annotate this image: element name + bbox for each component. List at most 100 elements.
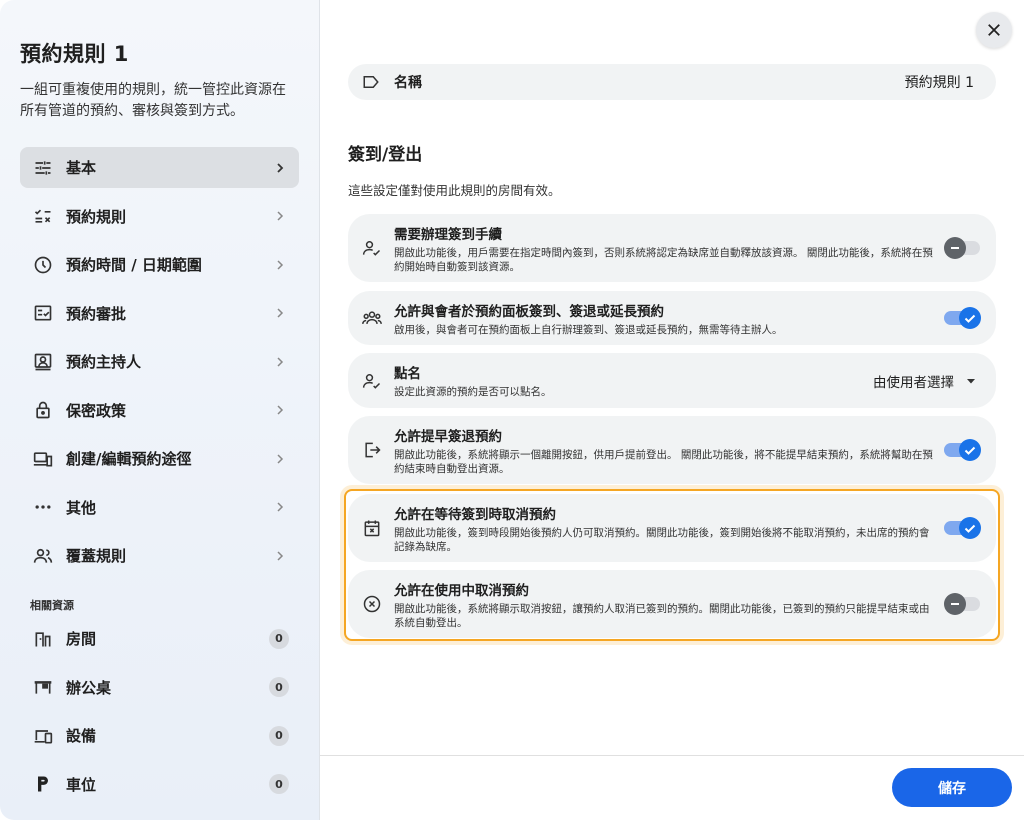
related-item-equipment[interactable]: 設備 0 bbox=[20, 715, 299, 756]
sidebar-item-booking-rules[interactable]: 預約規則 bbox=[20, 196, 299, 237]
sidebar-item-label: 預約審批 bbox=[66, 304, 127, 323]
checklist-icon bbox=[32, 205, 54, 227]
section-subtitle: 這些設定僅對使用此規則的房間有效。 bbox=[348, 183, 561, 198]
sidebar: 預約規則 1 一組可重複使用的規則，統一管控此資源在所有管道的預約、審核與簽到方… bbox=[0, 0, 320, 820]
related-item-rooms[interactable]: 房間 0 bbox=[20, 618, 299, 659]
setting-description: 開啟此功能後，簽到時段開始後預約人仍可取消預約。關閉此功能後，簽到開始後將不能取… bbox=[394, 526, 930, 553]
count-badge: 0 bbox=[269, 725, 289, 746]
person-check-icon bbox=[362, 371, 382, 391]
related-item-label: 房間 bbox=[66, 630, 97, 648]
cancel-awaiting-check-in-toggle[interactable] bbox=[944, 517, 981, 539]
close-icon bbox=[988, 24, 1000, 36]
toggle-off-icon bbox=[944, 593, 966, 615]
setting-title: 允許提早簽退預約 bbox=[394, 428, 502, 445]
setting-description: 開啟此功能後，系統將顯示一個離開按鈕，供用戶提前登出。 關閉此功能後，將不能提早… bbox=[394, 448, 933, 475]
setting-title: 允許在等待簽到時取消預約 bbox=[394, 506, 556, 523]
desk-icon bbox=[32, 676, 54, 698]
chevron-right-icon bbox=[273, 452, 287, 466]
panel-check-in-toggle[interactable] bbox=[944, 307, 981, 329]
sidebar-item-label: 保密政策 bbox=[66, 401, 127, 420]
sidebar-item-privacy[interactable]: 保密政策 bbox=[20, 390, 299, 431]
early-check-out-toggle[interactable] bbox=[944, 439, 981, 461]
sliders-icon bbox=[32, 157, 54, 179]
require-check-in-toggle[interactable] bbox=[944, 237, 980, 259]
room-icon bbox=[32, 628, 54, 650]
sidebar-item-label: 預約主持人 bbox=[66, 353, 142, 371]
approval-icon bbox=[32, 302, 54, 324]
sidebar-item-override-rules[interactable]: 覆蓋規則 bbox=[20, 535, 299, 576]
check-icon bbox=[959, 307, 981, 329]
setting-early-check-out: 允許提早簽退預約 開啟此功能後，系統將顯示一個離開按鈕，供用戶提前登出。 關閉此… bbox=[348, 416, 996, 484]
chevron-right-icon bbox=[273, 355, 287, 369]
rule-editor-window: 預約規則 1 一組可重複使用的規則，統一管控此資源在所有管道的預約、審核與簽到方… bbox=[0, 0, 1024, 820]
logout-icon bbox=[362, 440, 382, 460]
chevron-right-icon bbox=[273, 161, 287, 175]
sidebar-item-booking-time[interactable]: 預約時間 / 日期範圍 bbox=[20, 244, 299, 285]
check-icon bbox=[959, 517, 981, 539]
setting-cancel-in-use: 允許在使用中取消預約 開啟此功能後，系統將顯示取消按鈕，讓預約人取消已簽到的預約… bbox=[348, 570, 996, 638]
setting-cancel-awaiting-check-in: 允許在等待簽到時取消預約 開啟此功能後，簽到時段開始後預約人仍可取消預約。關閉此… bbox=[348, 494, 996, 562]
close-button[interactable] bbox=[976, 12, 1012, 48]
sidebar-item-booking-host[interactable]: 預約主持人 bbox=[20, 341, 299, 382]
toggle-off-icon bbox=[944, 237, 966, 259]
count-badge: 0 bbox=[269, 774, 289, 794]
equipment-icon bbox=[32, 725, 54, 747]
related-resources-title: 相關資源 bbox=[30, 599, 74, 612]
rule-description: 一組可重複使用的規則，統一管控此資源在所有管道的預約、審核與簽到方式。 bbox=[20, 82, 286, 119]
chevron-right-icon bbox=[273, 403, 287, 417]
setting-panel-check-in: 允許與會者於預約面板簽到、簽退或延長預約 啟用後，與會者可在預約面板上自行辦理簽… bbox=[348, 291, 996, 345]
setting-require-check-in: 需要辦理簽到手續 開啟此功能後，用戶需要在指定時間內簽到，否則系統將認定為缺席並… bbox=[348, 214, 996, 282]
lock-icon bbox=[32, 399, 54, 421]
devices-icon bbox=[32, 448, 54, 470]
sidebar-item-booking-channels[interactable]: 創建/編輯預約途徑 bbox=[20, 438, 299, 479]
sidebar-item-label: 覆蓋規則 bbox=[66, 547, 127, 565]
setting-title: 需要辦理簽到手續 bbox=[394, 226, 502, 243]
chevron-right-icon bbox=[273, 209, 287, 223]
roll-call-value: 由使用者選擇 bbox=[873, 374, 954, 391]
roll-call-select[interactable]: 由使用者選擇 bbox=[873, 371, 976, 391]
save-button[interactable]: 儲存 bbox=[892, 768, 1012, 807]
related-resources-list: 房間 0 辦公桌 0 設備 0 車位 0 bbox=[20, 618, 299, 812]
related-item-label: 辦公桌 bbox=[66, 678, 112, 697]
clock-icon bbox=[32, 254, 54, 276]
tag-icon bbox=[362, 73, 380, 91]
person-check-icon bbox=[362, 238, 382, 258]
more-icon bbox=[32, 496, 54, 518]
related-item-desks[interactable]: 辦公桌 0 bbox=[20, 667, 299, 708]
name-field[interactable]: 名稱 預約規則 1 bbox=[348, 64, 996, 100]
sidebar-item-basic[interactable]: 基本 bbox=[20, 147, 299, 188]
count-badge: 0 bbox=[269, 628, 289, 649]
setting-description: 啟用後，與會者可在預約面板上自行辦理簽到、簽退或延長預約，無需等待主辦人。 bbox=[394, 323, 783, 336]
sidebar-item-label: 創建/編輯預約途徑 bbox=[66, 450, 192, 468]
sidebar-item-other[interactable]: 其他 bbox=[20, 487, 299, 528]
count-badge: 0 bbox=[269, 677, 289, 697]
sidebar-item-label: 預約規則 bbox=[66, 207, 127, 226]
setting-roll-call: 點名 設定此資源的預約是否可以點名。 由使用者選擇 bbox=[348, 353, 996, 408]
parking-icon bbox=[32, 773, 54, 795]
chevron-right-icon bbox=[273, 549, 287, 563]
check-icon bbox=[959, 439, 981, 461]
sidebar-item-label: 預約時間 / 日期範圍 bbox=[66, 256, 202, 274]
related-item-label: 設備 bbox=[66, 727, 97, 745]
sidebar-item-booking-approval[interactable]: 預約審批 bbox=[20, 293, 299, 334]
calendar-cancel-icon bbox=[362, 518, 382, 538]
settings-nav: 基本 預約規則 預約時間 / 日期範圍 預約審批 預約主持人 保密政策 創建/編… bbox=[20, 147, 299, 584]
setting-title: 允許在使用中取消預約 bbox=[394, 582, 529, 599]
chevron-right-icon bbox=[273, 258, 287, 272]
setting-description: 設定此資源的預約是否可以點名。 bbox=[394, 386, 552, 398]
host-icon bbox=[32, 351, 54, 373]
related-item-label: 車位 bbox=[66, 775, 97, 794]
setting-title: 允許與會者於預約面板簽到、簽退或延長預約 bbox=[394, 303, 664, 320]
circle-x-icon bbox=[362, 594, 382, 614]
name-label: 名稱 bbox=[394, 75, 422, 91]
section-title: 簽到/登出 bbox=[348, 145, 423, 165]
chevron-right-icon bbox=[273, 306, 287, 320]
related-item-parking[interactable]: 車位 0 bbox=[20, 764, 299, 805]
main-panel bbox=[320, 0, 1024, 820]
rule-title: 預約規則 1 bbox=[20, 42, 129, 66]
chevron-right-icon bbox=[273, 500, 287, 514]
sidebar-item-label: 基本 bbox=[66, 159, 97, 177]
cancel-in-use-toggle[interactable] bbox=[944, 593, 980, 615]
sidebar-item-label: 其他 bbox=[66, 498, 97, 517]
people-icon bbox=[32, 545, 54, 567]
